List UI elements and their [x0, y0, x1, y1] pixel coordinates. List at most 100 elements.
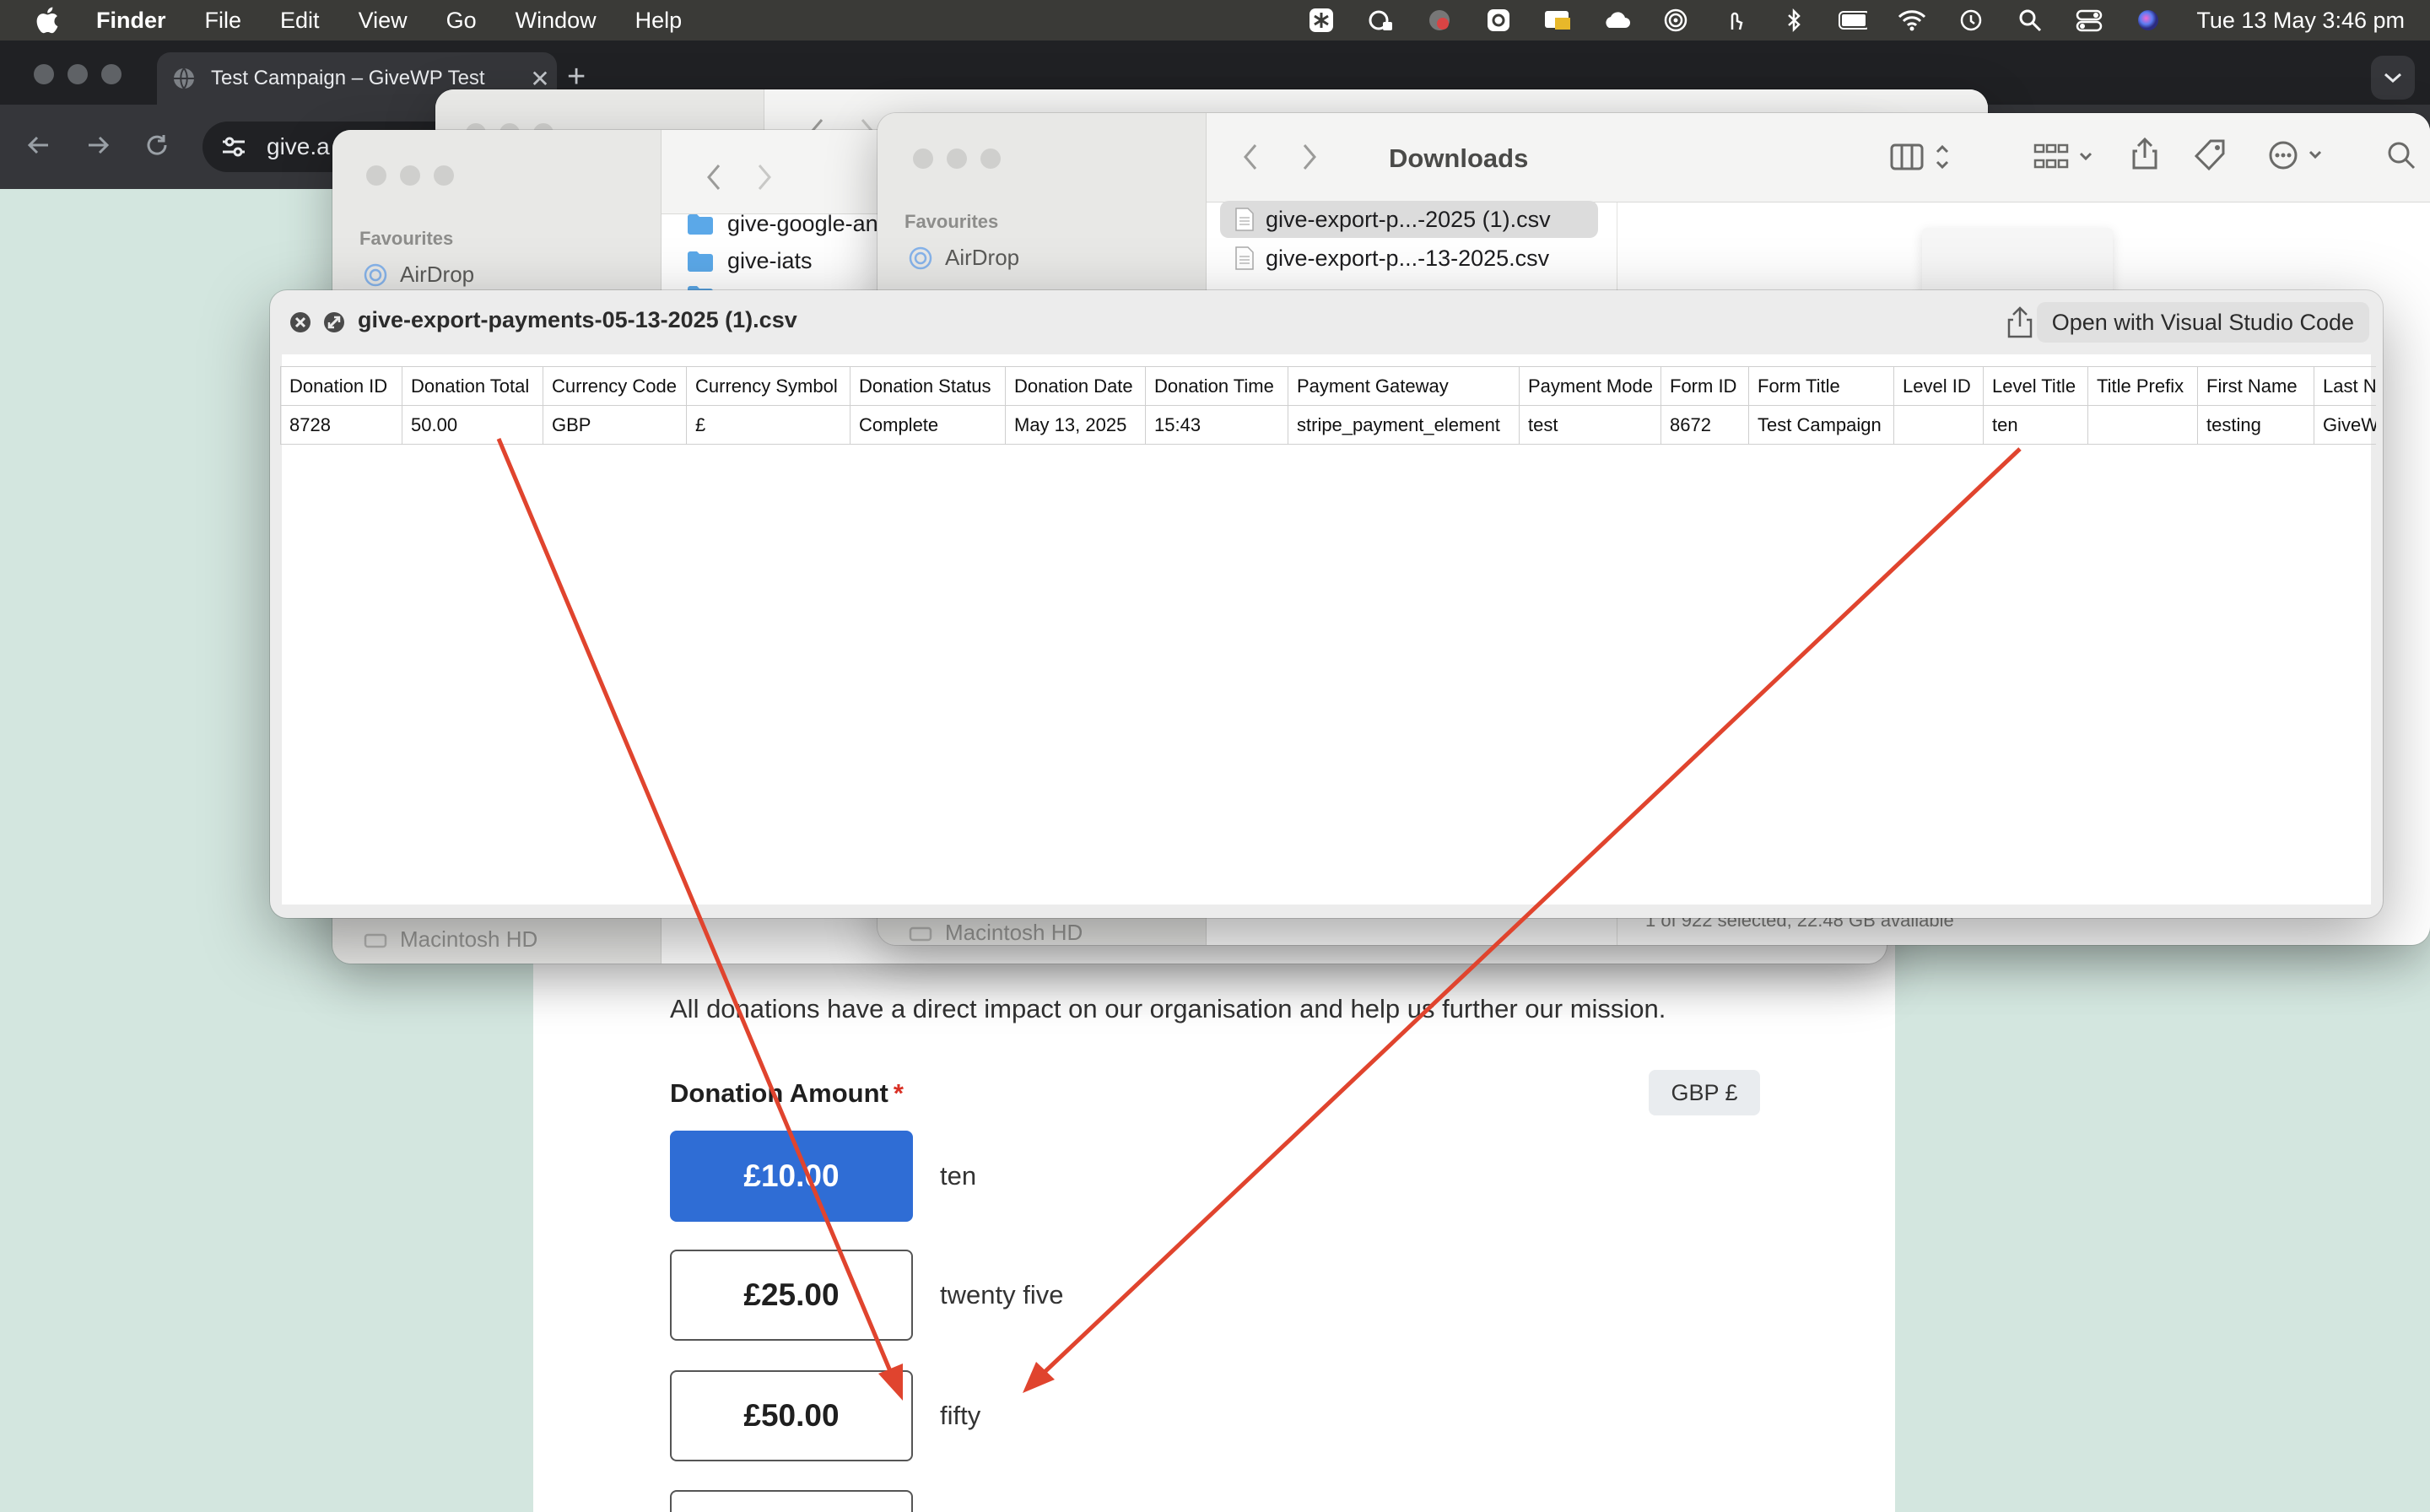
donation-amount-label-text: Donation Amount — [670, 1078, 888, 1108]
close-preview-icon[interactable] — [289, 310, 312, 334]
sidebar-item-macintosh-hd[interactable]: Macintosh HD — [908, 920, 1083, 945]
csv-cell: 8728 — [280, 405, 402, 445]
file-item-selected[interactable]: give-export-p...-2025 (1).csv — [1220, 201, 1598, 238]
password-manager-icon[interactable] — [1484, 8, 1513, 33]
menu-view[interactable]: View — [359, 8, 408, 34]
amount-button-50[interactable]: £50.00 — [670, 1370, 913, 1461]
sidebar-item-macintosh-hd[interactable]: Macintosh HD — [363, 926, 537, 953]
csv-column-header: Donation Status — [850, 366, 1006, 406]
bluetooth-icon[interactable] — [1779, 8, 1808, 33]
csv-table-viewport: Donation ID Donation Total Currency Code Cu… — [280, 366, 2376, 451]
amount-button-10[interactable]: £10.00 — [670, 1131, 913, 1222]
control-center-icon[interactable] — [2075, 8, 2103, 33]
csv-column-header: Form Title — [1748, 366, 1894, 406]
touch-icon[interactable] — [1720, 8, 1749, 33]
site-settings-icon[interactable] — [219, 132, 248, 161]
tag-icon[interactable] — [2192, 138, 2229, 172]
globe-icon — [174, 68, 194, 89]
spotlight-search-icon[interactable] — [2016, 8, 2044, 33]
time-machine-icon[interactable] — [1957, 8, 1985, 33]
menu-file[interactable]: File — [205, 8, 242, 34]
menu-help[interactable]: Help — [635, 8, 683, 34]
currency-switcher[interactable]: GBP £ — [1649, 1070, 1760, 1115]
menu-edit[interactable]: Edit — [280, 8, 320, 34]
csv-column-header: Last N — [2314, 366, 2376, 406]
folder-item[interactable]: give-google-ana — [687, 211, 891, 237]
lock-clock-icon[interactable] — [1366, 8, 1395, 33]
csv-column-header: Form ID — [1660, 366, 1749, 406]
airdrop-icon[interactable] — [1661, 8, 1690, 33]
zoom-window-button[interactable] — [980, 148, 1001, 169]
close-window-button[interactable] — [366, 165, 386, 186]
window-controls — [366, 165, 467, 186]
file-item[interactable]: give-export-p...-13-2025.csv — [1235, 240, 1549, 277]
file-name: give-export-p...-13-2025.csv — [1266, 245, 1550, 271]
sidebar-heading-favourites: Favourites — [359, 228, 454, 249]
asterisk-app-icon[interactable] — [1307, 8, 1336, 33]
sidebar-item-airdrop[interactable]: AirDrop — [363, 262, 474, 288]
minimize-window-button[interactable] — [68, 64, 88, 84]
zoom-window-button[interactable] — [434, 165, 454, 186]
menu-window[interactable]: Window — [516, 8, 597, 34]
minimize-window-button[interactable] — [947, 148, 967, 169]
csv-column-header: Donation ID — [280, 366, 402, 406]
csv-cell: ten — [1983, 405, 2088, 445]
finder-toolbar: Downloads — [1207, 113, 2430, 202]
close-tab-icon[interactable]: ✕ — [523, 65, 557, 93]
amount-button-custom[interactable] — [670, 1490, 913, 1512]
close-window-button[interactable] — [34, 64, 54, 84]
tab-search-chevron-icon[interactable] — [2371, 56, 2415, 100]
csv-cell: 50.00 — [402, 405, 543, 445]
csv-file-icon — [1235, 208, 1254, 231]
siri-icon[interactable] — [2134, 8, 2163, 33]
search-icon[interactable] — [2383, 138, 2420, 172]
menu-app-name[interactable]: Finder — [96, 8, 166, 34]
forward-chevron-icon[interactable] — [1291, 140, 1328, 174]
csv-file-icon — [1235, 246, 1254, 270]
address-url: give.a — [267, 133, 330, 159]
back-chevron-icon[interactable] — [1232, 140, 1269, 174]
reload-icon[interactable] — [140, 128, 174, 162]
airdrop-icon — [909, 246, 932, 269]
screen-capture-icon[interactable] — [1543, 8, 1572, 33]
apple-menu-icon[interactable] — [34, 6, 59, 35]
amount-button-25[interactable]: £25.00 — [670, 1250, 913, 1341]
more-actions-icon[interactable] — [2268, 138, 2332, 172]
file-name: give-export-p...-2025 (1).csv — [1266, 206, 1551, 232]
menu-clock[interactable]: Tue 13 May 3:46 pm — [2196, 8, 2405, 34]
group-by-icon[interactable] — [2033, 140, 2096, 174]
share-icon[interactable] — [2126, 137, 2163, 170]
hard-disk-icon — [364, 933, 387, 948]
battery-icon[interactable] — [1839, 8, 1868, 33]
back-chevron-icon[interactable] — [695, 160, 732, 194]
csv-header-row: Donation ID Donation Total Currency Code Cu… — [280, 366, 2376, 406]
folder-name: give-iats — [727, 248, 813, 273]
column-view-icon[interactable] — [1890, 140, 1958, 174]
csv-cell: test — [1519, 405, 1661, 445]
minimize-window-button[interactable] — [400, 165, 420, 186]
finder-window-title: Downloads — [1389, 143, 1529, 173]
csv-cell: GiveW — [2314, 405, 2376, 445]
fullscreen-preview-icon[interactable] — [322, 310, 346, 334]
folder-item[interactable]: give-iats — [687, 248, 813, 274]
cloud-icon[interactable] — [1602, 8, 1631, 33]
window-controls — [913, 148, 1014, 169]
open-with-vscode-button[interactable]: Open with Visual Studio Code — [2036, 302, 2369, 343]
csv-cell: stripe_payment_element — [1288, 405, 1520, 445]
sidebar-item-airdrop[interactable]: AirDrop — [908, 245, 1019, 271]
vpn-icon[interactable] — [1425, 8, 1454, 33]
menu-bar: Finder File Edit View Go Window Help Tue… — [0, 0, 2430, 40]
forward-arrow-icon[interactable] — [81, 128, 115, 162]
zoom-window-button[interactable] — [101, 64, 122, 84]
back-arrow-icon[interactable] — [22, 128, 56, 162]
share-icon[interactable] — [2005, 305, 2035, 339]
sidebar-item-label: Macintosh HD — [400, 926, 538, 952]
menu-go[interactable]: Go — [446, 8, 477, 34]
forward-chevron-icon[interactable] — [746, 160, 783, 194]
sidebar-item-label: AirDrop — [400, 262, 475, 287]
airdrop-icon — [364, 263, 387, 286]
close-window-button[interactable] — [913, 148, 933, 169]
csv-column-header: Level Title — [1983, 366, 2088, 406]
csv-cell: Complete — [850, 405, 1006, 445]
wifi-icon[interactable] — [1898, 8, 1926, 33]
